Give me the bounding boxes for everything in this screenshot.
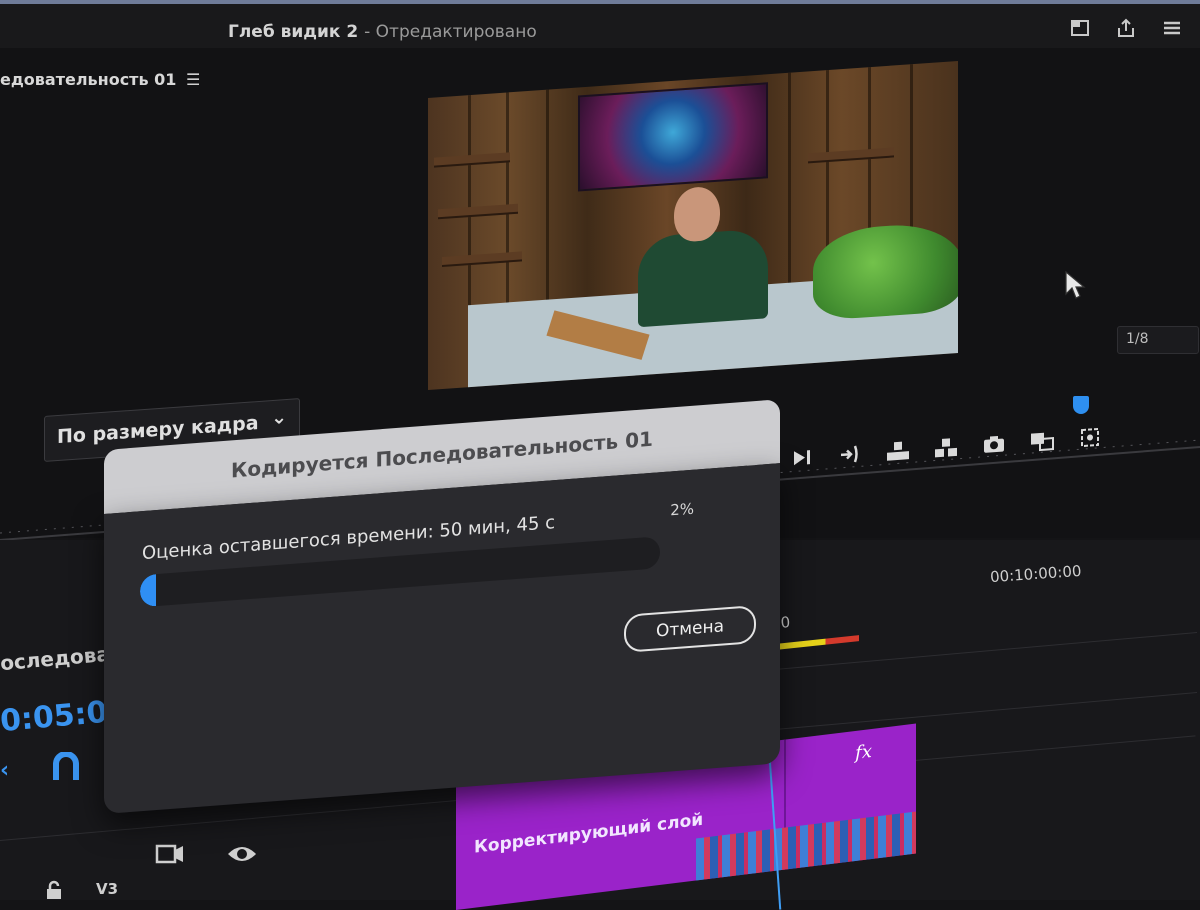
app-titlebar: Глеб видик 2 - Отредактировано xyxy=(0,0,1200,52)
resolution-select[interactable]: 1/8 xyxy=(1117,326,1199,354)
insert-icon[interactable]: ‹ xyxy=(0,758,12,784)
step-forward-icon[interactable] xyxy=(788,443,816,473)
project-name: Глеб видик 2 xyxy=(228,22,359,42)
export-frame-icon[interactable] xyxy=(980,429,1008,459)
eye-icon[interactable] xyxy=(226,840,258,868)
lock-icon[interactable] xyxy=(44,880,64,900)
panel-menu-icon[interactable]: ☰ xyxy=(186,70,200,89)
resolution-value: 1/8 xyxy=(1126,331,1149,347)
extract-icon[interactable] xyxy=(932,433,960,463)
cancel-button-label: Отмена xyxy=(655,616,725,642)
cancel-button[interactable]: Отмена xyxy=(624,604,756,653)
workspace-icon[interactable] xyxy=(1070,18,1090,38)
fx-badge[interactable]: fx xyxy=(855,741,872,764)
track-v3-label[interactable]: V3 xyxy=(96,880,118,898)
dialog-body: Оценка оставшегося времени: 50 мин, 45 с… xyxy=(104,463,780,814)
encoding-dialog: Кодируется Последовательность 01 Оценка … xyxy=(104,399,780,850)
presenter xyxy=(638,182,768,328)
neon-painting xyxy=(578,82,768,192)
snap-magnet-icon[interactable] xyxy=(52,752,80,782)
go-to-out-icon[interactable] xyxy=(836,439,864,469)
progress-bar-fill xyxy=(140,574,156,608)
menu-icon[interactable] xyxy=(1162,18,1182,38)
titlebar-icons xyxy=(1070,18,1182,38)
comparison-view-icon[interactable] xyxy=(1028,426,1056,456)
project-status: - Отредактировано xyxy=(364,22,537,42)
progress-percent: 2% xyxy=(670,499,694,520)
program-video-frame xyxy=(428,60,958,391)
monitor-playhead[interactable] xyxy=(1073,396,1089,414)
mouse-pointer-icon xyxy=(1065,270,1086,299)
settings-icon[interactable] xyxy=(1076,423,1104,453)
lift-icon[interactable] xyxy=(884,436,912,466)
share-icon[interactable] xyxy=(1116,18,1136,38)
project-title: Глеб видик 2 - Отредактировано xyxy=(228,22,537,42)
sequence-tab-title[interactable]: едовательность 01 xyxy=(0,70,176,89)
green-plant xyxy=(813,220,958,322)
